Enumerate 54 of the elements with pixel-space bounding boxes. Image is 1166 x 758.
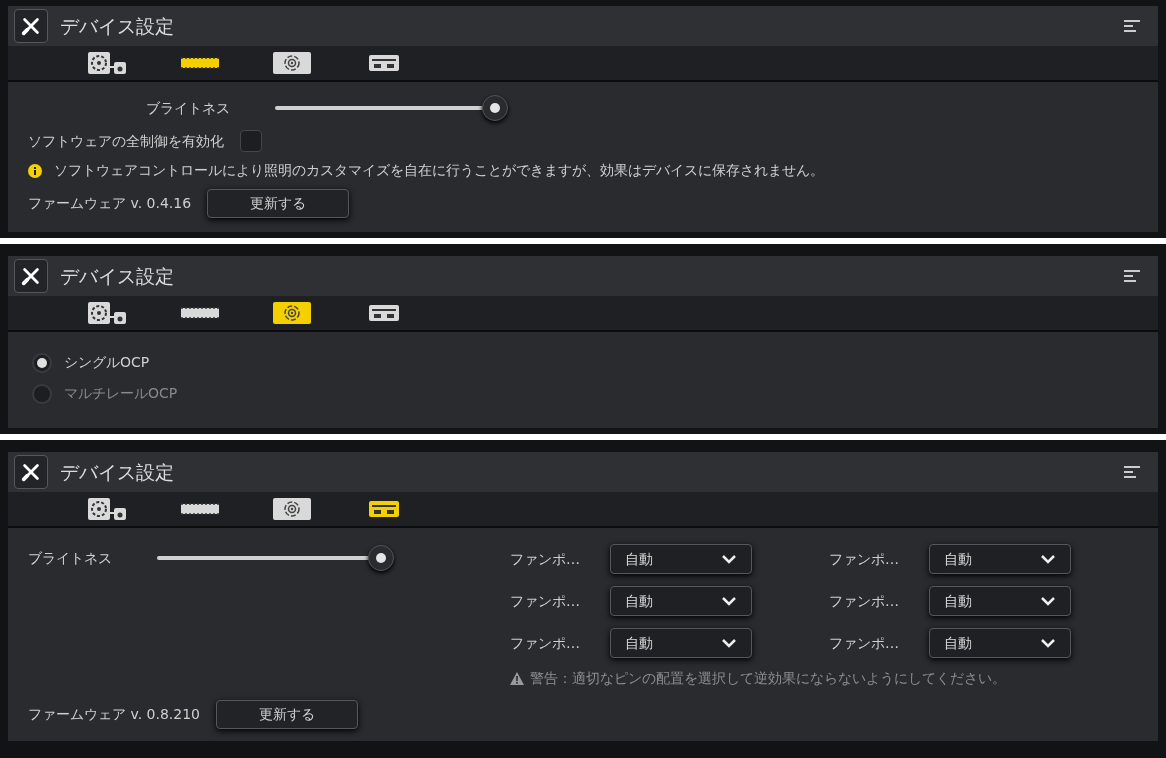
fan-port-label: ファンポ… [510,591,581,611]
fan-mode-dropdown[interactable]: 自動 [929,628,1071,658]
menu-icon[interactable] [1124,465,1140,479]
brightness-label: ブライトネス [28,548,113,568]
fan-mode-dropdown[interactable]: 自動 [929,544,1071,574]
fan-port-label: ファンポ… [829,633,900,653]
cooler-icon[interactable] [88,302,128,324]
fan-port-label: ファンポ… [829,591,900,611]
cooler-icon[interactable] [88,498,128,520]
chevron-down-icon [1040,554,1056,564]
panel-title: デバイス設定 [60,459,174,485]
chevron-down-icon [721,554,737,564]
memory-module-icon[interactable] [181,56,219,70]
fan-mode-dropdown[interactable]: 自動 [610,544,752,574]
memory-module-icon[interactable] [181,502,219,516]
slider-thumb[interactable] [368,545,394,571]
update-button[interactable]: 更新する [216,700,358,729]
fan-port-label: ファンポ… [510,633,581,653]
fan-port-label: ファンポ… [510,549,581,569]
radio-button[interactable] [32,383,52,404]
checkbox[interactable] [240,130,262,152]
fan-mode-dropdown[interactable]: 自動 [610,628,752,658]
firmware-version: ファームウェア v. 0.4.16 [28,194,192,213]
slider-thumb[interactable] [481,95,508,121]
info-icon [28,163,42,178]
chevron-down-icon [1040,596,1056,606]
fan-hub-icon[interactable] [369,55,399,71]
power-supply-icon[interactable] [273,498,311,520]
update-button[interactable]: 更新する [207,189,350,218]
power-supply-icon[interactable] [273,302,311,324]
cooler-icon[interactable] [88,52,128,74]
fan-port-label: ファンポ… [829,549,900,569]
fan-mode-dropdown[interactable]: 自動 [929,586,1071,616]
chevron-down-icon [721,638,737,648]
radio-label: マルチレールOCP [64,384,178,403]
fan-hub-icon[interactable] [369,501,399,517]
menu-icon[interactable] [1124,269,1140,283]
warning-icon [510,672,524,685]
brightness-label: ブライトネス [146,98,230,118]
warning-text: 警告：適切なピンの配置を選択して逆効果にならないようにしてください。 [530,669,1006,688]
firmware-version: ファームウェア v. 0.8.210 [28,705,200,724]
memory-module-icon[interactable] [181,306,219,320]
power-supply-icon[interactable] [273,52,311,74]
radio-label: シングルOCP [64,353,150,372]
radio-button[interactable] [32,352,52,373]
panel-title: デバイス設定 [60,13,174,39]
chevron-down-icon [721,596,737,606]
fan-mode-dropdown[interactable]: 自動 [610,586,752,616]
chevron-down-icon [1040,638,1056,648]
panel-title: デバイス設定 [60,263,174,289]
fan-hub-icon[interactable] [369,305,399,321]
menu-icon[interactable] [1124,19,1140,33]
software-control-label: ソフトウェアの全制御を有効化 [28,131,224,151]
info-note: ソフトウェアコントロールにより照明のカスタマイズを自在に行うことができますが、効果はデバイスに保存されません。 [54,161,824,180]
